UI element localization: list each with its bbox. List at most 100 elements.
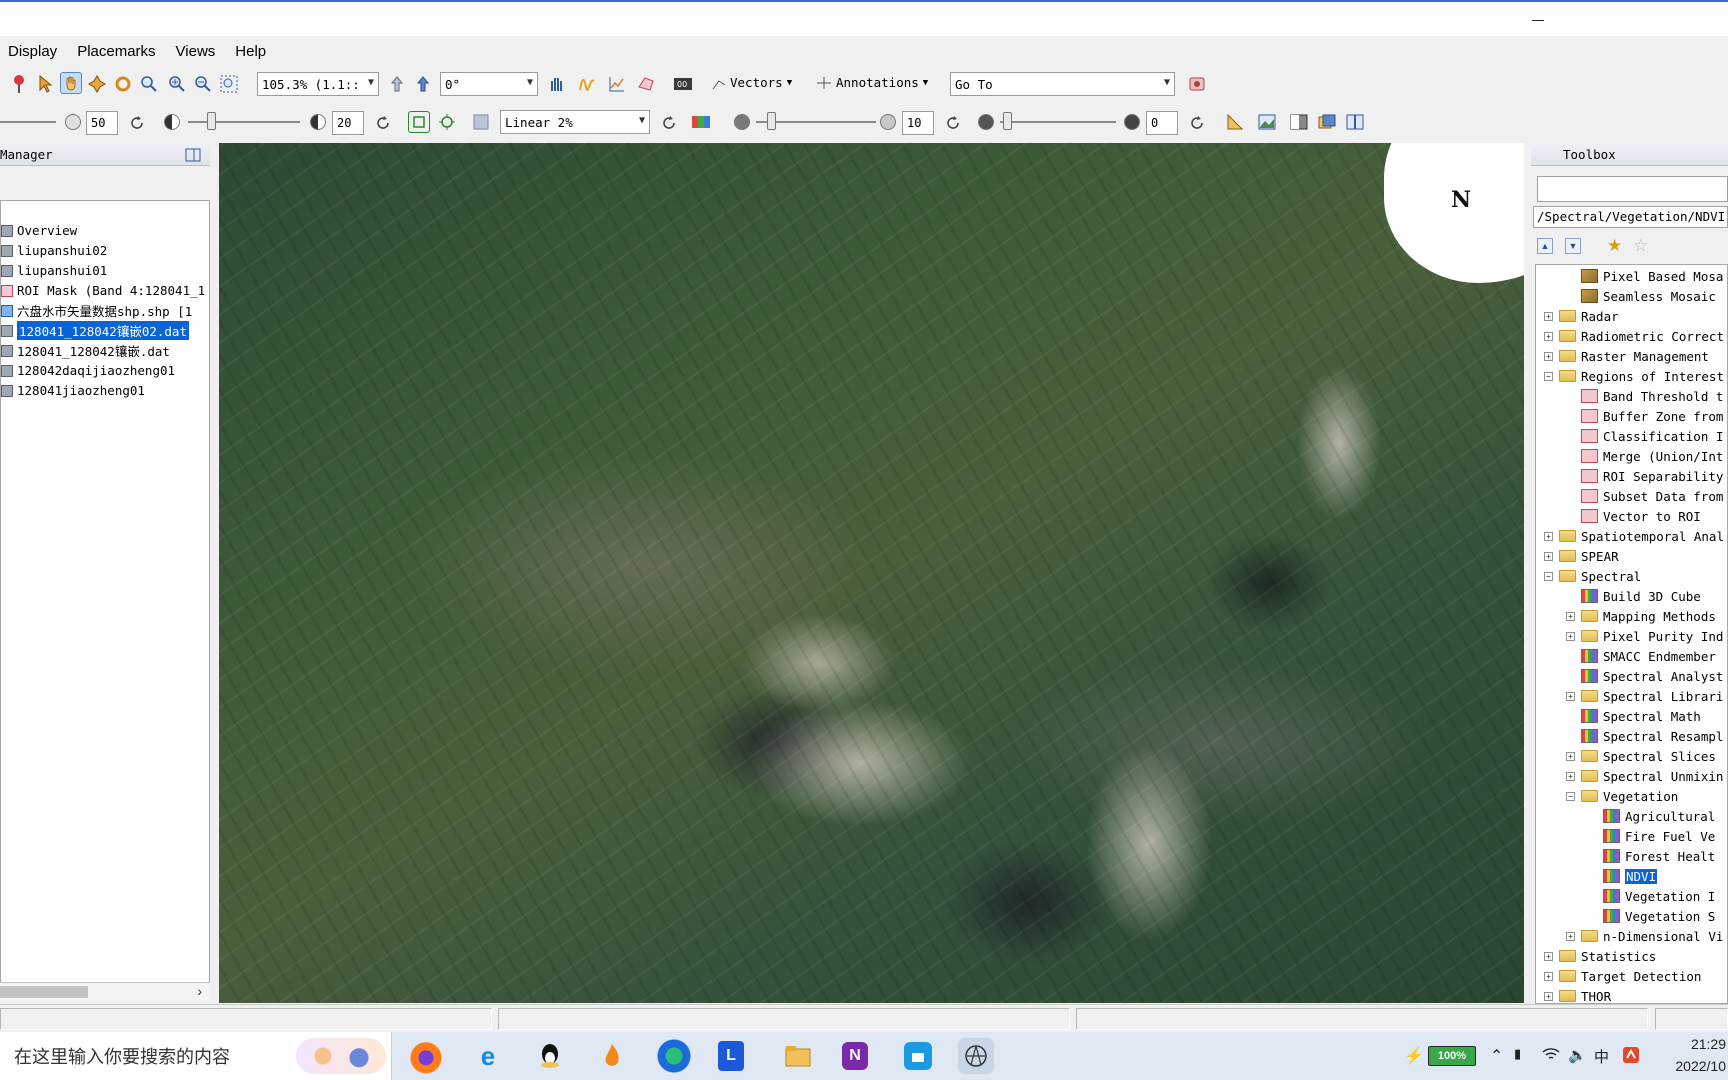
- toolbox-tree-item[interactable]: Buffer Zone from: [1566, 407, 1723, 425]
- menu-views[interactable]: Views: [176, 43, 216, 60]
- collapse-all-icon[interactable]: ▲: [1537, 238, 1553, 254]
- view-flicker-icon[interactable]: [1316, 111, 1338, 133]
- rotate-icon[interactable]: [112, 73, 134, 95]
- clock-date[interactable]: 2022/10: [1675, 1058, 1726, 1074]
- layer-item[interactable]: 128041_128042镶嵌.dat: [1, 341, 170, 360]
- layer-item[interactable]: liupanshui02: [1, 241, 107, 260]
- crosshair-hand-icon[interactable]: [546, 73, 568, 95]
- view-swipe-icon[interactable]: [1344, 111, 1366, 133]
- toolbox-tree-item[interactable]: ROI Separability: [1566, 467, 1723, 485]
- toolbox-tree-item[interactable]: + Target Detection: [1544, 967, 1701, 985]
- toolbox-tree-item[interactable]: + Mapping Methods: [1566, 607, 1716, 625]
- clock-time[interactable]: 21:29: [1691, 1036, 1726, 1052]
- color-table-icon[interactable]: [690, 111, 712, 133]
- annotations-dropdown[interactable]: Annotations ▼: [816, 75, 928, 90]
- stretch-full-icon[interactable]: [408, 111, 430, 133]
- view-blend-icon[interactable]: [1288, 111, 1310, 133]
- toolbox-tree-item[interactable]: Classification I: [1566, 427, 1723, 445]
- expand-icon[interactable]: +: [1566, 771, 1575, 781]
- spectral-profile-icon[interactable]: [576, 73, 598, 95]
- reset-sharpen-icon[interactable]: [942, 112, 964, 134]
- wifi-icon[interactable]: [1542, 1046, 1560, 1065]
- stretch-select[interactable]: Linear 2% ▼: [500, 110, 650, 134]
- toolbox-tree-item[interactable]: Spectral Analyst: [1566, 667, 1723, 685]
- image-chip-icon[interactable]: [1256, 111, 1278, 133]
- expand-icon[interactable]: +: [1566, 931, 1575, 941]
- collapse-icon[interactable]: −: [1544, 371, 1553, 381]
- goto-field[interactable]: Go To ▼: [950, 72, 1175, 96]
- zoom-rect-icon[interactable]: [138, 73, 160, 95]
- rotation-select[interactable]: 0° ▼: [440, 72, 538, 96]
- toolbox-tree-item[interactable]: Subset Data from: [1566, 487, 1723, 505]
- toolbox-tree-item[interactable]: Band Threshold t: [1566, 387, 1723, 405]
- toolbox-tree-item[interactable]: Vector to ROI: [1566, 507, 1701, 525]
- layer-item[interactable]: ROI Mask (Band 4:128041_1: [1, 281, 205, 300]
- toolbox-tree-item[interactable]: + Statistics: [1544, 947, 1656, 965]
- toolbox-tree-item[interactable]: + Spectral Unmixin: [1566, 767, 1723, 785]
- lenovo-l-icon[interactable]: L: [718, 1041, 744, 1071]
- file-explorer-icon[interactable]: [780, 1038, 816, 1074]
- toolbox-tree-item[interactable]: Vegetation S: [1588, 907, 1715, 925]
- envi-app-icon[interactable]: [958, 1038, 994, 1074]
- expand-icon[interactable]: +: [1544, 531, 1553, 541]
- toolbox-tree-item[interactable]: + Spectral Slices: [1566, 747, 1716, 765]
- internet-explorer-icon[interactable]: e: [470, 1038, 506, 1074]
- antivirus-icon[interactable]: [1622, 1046, 1640, 1067]
- measure-icon[interactable]: [1224, 111, 1246, 133]
- transparency-input[interactable]: 0: [1146, 111, 1178, 135]
- layer-item[interactable]: liupanshui01: [1, 261, 107, 280]
- expand-icon[interactable]: +: [1566, 691, 1575, 701]
- roi-tool-icon[interactable]: [636, 73, 658, 95]
- toolbox-tree-item[interactable]: + Spectral Librari: [1566, 687, 1723, 705]
- expand-icon[interactable]: +: [1544, 331, 1553, 341]
- expand-icon[interactable]: +: [1544, 351, 1553, 361]
- edge-icon[interactable]: [656, 1038, 692, 1074]
- toolbox-tree-item[interactable]: + THOR: [1544, 987, 1611, 1003]
- stretch-view-icon[interactable]: [436, 111, 458, 133]
- ime-icon[interactable]: 中: [1594, 1046, 1609, 1067]
- scrollbar-thumb[interactable]: [0, 986, 88, 998]
- stretch-lock-icon[interactable]: [470, 111, 492, 133]
- pan-hand-icon[interactable]: [60, 72, 82, 94]
- pin-icon[interactable]: [8, 73, 30, 95]
- taskbar-search-box[interactable]: 在这里输入你要搜索的内容: [0, 1032, 392, 1080]
- zoom-fit-icon[interactable]: [218, 73, 240, 95]
- expand-icon[interactable]: +: [1566, 631, 1575, 641]
- toolbox-tree-item-selected[interactable]: NDVI: [1588, 867, 1658, 885]
- layer-item[interactable]: 128041jiaozheng01: [1, 381, 145, 400]
- toolbox-tree-item[interactable]: Forest Healt: [1588, 847, 1715, 865]
- reset-transparency-icon[interactable]: [1186, 112, 1208, 134]
- toolbox-tree-item[interactable]: Spectral Resampl: [1566, 727, 1723, 745]
- brightness-input[interactable]: 50: [86, 111, 118, 135]
- toolbox-tree-item[interactable]: Seamless Mosaic: [1566, 287, 1716, 305]
- toolbox-tree-item[interactable]: + Spatiotemporal Anal: [1544, 527, 1724, 545]
- layer-list-scrollbar[interactable]: ›: [0, 982, 210, 1000]
- toolbox-tree-item[interactable]: + Radiometric Correct: [1544, 327, 1724, 345]
- pin-panel-icon[interactable]: [184, 147, 202, 163]
- expand-icon[interactable]: +: [1544, 971, 1553, 981]
- layer-item[interactable]: 128042daqijiaozheng01: [1, 361, 175, 380]
- expand-icon[interactable]: +: [1544, 991, 1553, 1001]
- chevron-up-icon[interactable]: ⌃: [1490, 1046, 1503, 1066]
- menu-placemarks[interactable]: Placemarks: [77, 43, 155, 60]
- image-view[interactable]: N: [219, 143, 1524, 1003]
- rotate-up-icon[interactable]: [386, 73, 408, 95]
- minimize-button[interactable]: [1526, 10, 1550, 30]
- brightness-slider[interactable]: [0, 121, 56, 123]
- expand-icon[interactable]: +: [1544, 551, 1553, 561]
- expand-icon[interactable]: +: [1544, 951, 1553, 961]
- toolbox-search-input[interactable]: [1537, 176, 1728, 202]
- reset-stretch-icon[interactable]: [658, 112, 680, 134]
- onenote-icon[interactable]: N: [842, 1042, 868, 1070]
- toolbox-tree-item[interactable]: + SPEAR: [1544, 547, 1619, 565]
- fly-icon[interactable]: [86, 73, 108, 95]
- expand-icon[interactable]: +: [1544, 311, 1553, 321]
- pixel-locator-icon[interactable]: 00: [672, 73, 694, 95]
- toolbox-tree-item[interactable]: − Spectral: [1544, 567, 1641, 585]
- collapse-icon[interactable]: −: [1544, 571, 1553, 581]
- toolbox-tree-item[interactable]: Agricultural: [1588, 807, 1715, 825]
- toolbox-tree-item[interactable]: + Pixel Purity Ind: [1566, 627, 1723, 645]
- reset-brightness-icon[interactable]: [126, 112, 148, 134]
- toolbox-tree-item[interactable]: − Vegetation: [1566, 787, 1678, 805]
- toolbox-tree-item[interactable]: + Raster Management: [1544, 347, 1709, 365]
